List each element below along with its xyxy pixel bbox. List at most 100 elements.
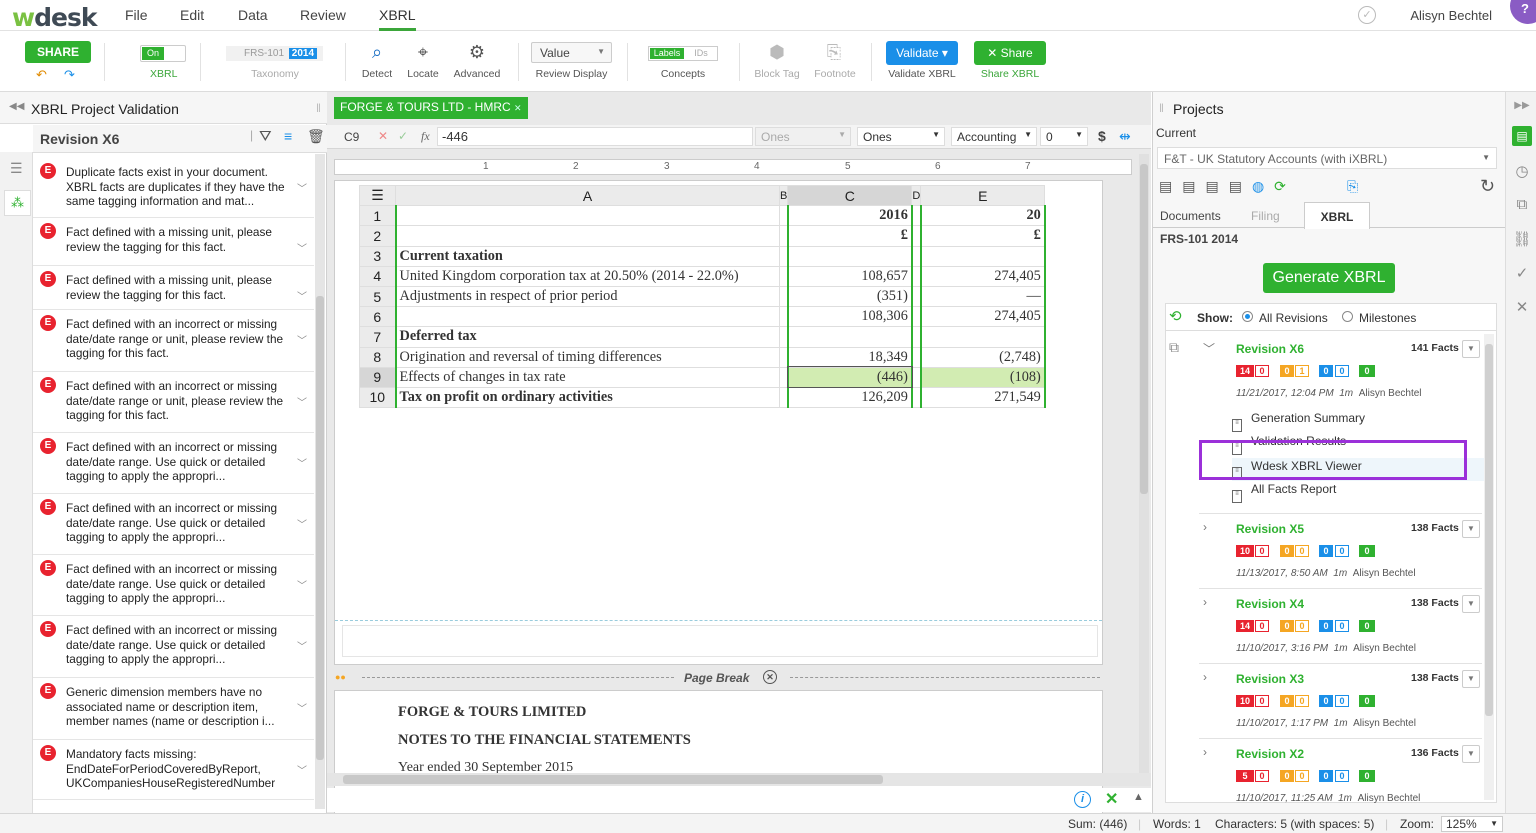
column-header[interactable]: A bbox=[395, 184, 780, 207]
all-revisions-label[interactable]: All Revisions bbox=[1259, 311, 1328, 325]
documents-icon[interactable]: ⧉ bbox=[1512, 196, 1532, 216]
revisions-scrollbar[interactable] bbox=[1484, 334, 1494, 800]
projects-icon[interactable]: ▤ bbox=[1512, 126, 1532, 146]
cell-c[interactable]: 108,657 bbox=[786, 265, 913, 287]
chevron-down-icon[interactable]: ﹀ bbox=[297, 577, 307, 592]
revision-name[interactable]: Revision X4 bbox=[1236, 597, 1304, 611]
chevron-right-icon[interactable]: › bbox=[1203, 520, 1207, 534]
cell-a[interactable]: Deferred tax bbox=[394, 326, 780, 348]
locate-label[interactable]: Locate bbox=[406, 68, 440, 80]
row-header[interactable]: 5 bbox=[359, 285, 396, 308]
new-doc-icon[interactable]: ⎘ bbox=[1347, 178, 1358, 195]
tax-table[interactable]: ☰ A B C D E 1 2016 20 2 £ £3 Current taxation 4 United… bbox=[359, 184, 1046, 409]
revision-name[interactable]: Revision X2 bbox=[1236, 747, 1304, 761]
redo-icon[interactable]: ↷ bbox=[64, 67, 75, 83]
chevron-right-icon[interactable]: › bbox=[1203, 595, 1207, 609]
document-scroll-thumb[interactable] bbox=[1140, 164, 1148, 494]
column-header[interactable]: E bbox=[920, 184, 1046, 207]
cell-reference[interactable]: C9 bbox=[344, 130, 359, 144]
confirm-icon[interactable]: ✓ bbox=[398, 129, 408, 143]
row-header[interactable]: 2 bbox=[359, 225, 396, 247]
validation-item[interactable]: E Generic dimension members have no assoc… bbox=[33, 678, 314, 740]
cell-a[interactable]: United Kingdom corporation tax at 20.50%… bbox=[394, 265, 780, 287]
cell-e[interactable]: 20 bbox=[919, 205, 1046, 227]
concepts-toggle[interactable]: Labels IDs bbox=[648, 46, 718, 61]
row-header[interactable]: 7 bbox=[359, 326, 396, 348]
detect-icon[interactable]: ⌕ bbox=[366, 42, 388, 63]
zoom-select[interactable]: 125% ▼ bbox=[1441, 816, 1503, 832]
menu-data[interactable]: Data bbox=[238, 7, 268, 23]
cell-a[interactable] bbox=[394, 205, 780, 227]
project-select[interactable]: F&T - UK Statutory Accounts (with iXBRL)… bbox=[1157, 147, 1497, 169]
milestones-label[interactable]: Milestones bbox=[1359, 311, 1416, 325]
advanced-label[interactable]: Advanced bbox=[452, 68, 502, 80]
user-name[interactable]: Alisyn Bechtel bbox=[1410, 8, 1492, 23]
cell-e[interactable]: 271,549 bbox=[919, 386, 1046, 409]
row-header[interactable]: 9 bbox=[359, 366, 396, 388]
validation-shapes-icon[interactable]: ⁂ bbox=[4, 190, 31, 216]
chevron-down-icon[interactable]: ﹀ bbox=[297, 332, 307, 347]
tab-filing[interactable]: Filing bbox=[1251, 209, 1280, 223]
cell-c[interactable]: 2016 bbox=[786, 205, 913, 227]
link-icon[interactable]: ⛓ bbox=[1512, 230, 1532, 250]
menu-edit[interactable]: Edit bbox=[180, 7, 204, 23]
revision-item[interactable]: › Revision X2 136 Facts ▼ 5 0 0 0 0 0 0 11/10/2017,… bbox=[1199, 739, 1482, 814]
chevron-down-icon[interactable]: ﹀ bbox=[297, 180, 307, 195]
chevron-down-icon[interactable]: ﹀ bbox=[1203, 340, 1215, 357]
revision-menu-icon[interactable]: ▼ bbox=[1462, 670, 1480, 688]
revision-item[interactable]: › Revision X4 138 Facts ▼ 14 0 0 0 0 0 0 11/10/2017… bbox=[1199, 589, 1482, 664]
validation-item[interactable]: E Duplicate facts exist in your document.… bbox=[33, 158, 314, 218]
collapse-left-icon[interactable]: ◀◀ bbox=[9, 101, 24, 112]
revision-menu-icon[interactable]: ▼ bbox=[1462, 595, 1480, 613]
history-side-icon[interactable]: ◷ bbox=[1512, 162, 1532, 182]
cancel-icon[interactable]: ✕ bbox=[378, 129, 388, 143]
revision-item[interactable]: › Revision X5 138 Facts ▼ 10 0 0 0 0 0 0 11/13/2017… bbox=[1199, 514, 1482, 589]
cell-e[interactable]: 274,405 bbox=[919, 265, 1046, 287]
row-header[interactable]: 1 bbox=[359, 205, 396, 227]
row-header[interactable]: 6 bbox=[359, 306, 396, 328]
filter-icon[interactable]: ⛛ bbox=[259, 128, 272, 145]
tag-icon[interactable]: ⇹ bbox=[1119, 128, 1131, 145]
scrollbar-thumb[interactable] bbox=[316, 296, 324, 760]
tab-xbrl[interactable]: XBRL bbox=[1304, 202, 1370, 229]
validation-item[interactable]: E Fact defined with an incorrect or missi… bbox=[33, 372, 314, 433]
revision-link[interactable]: ≡ All Facts Report bbox=[1232, 482, 1336, 503]
scale-select[interactable]: Ones ▼ bbox=[857, 127, 945, 146]
revision-link[interactable]: ≡ Generation Summary bbox=[1232, 411, 1365, 432]
cell-c[interactable] bbox=[786, 245, 913, 267]
menu-xbrl[interactable]: XBRL bbox=[379, 7, 416, 31]
chevron-right-icon[interactable]: › bbox=[1203, 745, 1207, 759]
formula-input[interactable]: -446 bbox=[437, 127, 753, 146]
cell-c[interactable]: 18,349 bbox=[786, 346, 913, 368]
share-button[interactable]: SHARE bbox=[25, 41, 91, 63]
review-display-select[interactable]: Value ▼ bbox=[531, 42, 612, 63]
document-tab[interactable]: FORGE & TOURS LTD - HMRC ✕ bbox=[334, 97, 528, 119]
cell-a[interactable]: Origination and reversal of timing diffe… bbox=[394, 346, 780, 368]
validation-item[interactable]: E Fact defined with an incorrect or missi… bbox=[33, 555, 314, 616]
collapse-right-icon[interactable]: ▶▶ bbox=[1512, 100, 1532, 120]
chevron-down-icon[interactable]: ﹀ bbox=[297, 638, 307, 653]
xbrl-toggle[interactable]: On bbox=[140, 45, 186, 62]
chevron-right-icon[interactable]: › bbox=[1203, 670, 1207, 684]
trash-icon[interactable]: 🗑 bbox=[307, 128, 325, 145]
cell-c[interactable]: (351) bbox=[786, 285, 913, 308]
chevron-down-icon[interactable]: ﹀ bbox=[297, 516, 307, 531]
revision-item[interactable]: › Revision X3 138 Facts ▼ 10 0 0 0 0 0 0 11/10/2017… bbox=[1199, 664, 1482, 739]
generate-xbrl-button[interactable]: Generate XBRL bbox=[1263, 263, 1395, 293]
cell-e[interactable]: (2,748) bbox=[919, 346, 1046, 368]
help-icon[interactable]: ? bbox=[1510, 0, 1536, 24]
footer-area[interactable] bbox=[342, 625, 1098, 657]
validation-item[interactable]: E Fact defined with an incorrect or missi… bbox=[33, 310, 314, 372]
chevron-down-icon[interactable]: ﹀ bbox=[297, 394, 307, 409]
revision-menu-icon[interactable]: ▼ bbox=[1462, 340, 1480, 358]
expand-icon[interactable]: ▲ bbox=[1133, 791, 1144, 803]
cell-a[interactable]: Adjustments in respect of prior period bbox=[394, 285, 780, 308]
format-select[interactable]: Accounting ▼ bbox=[951, 127, 1037, 146]
task-check-icon[interactable]: ✓ bbox=[1512, 264, 1532, 284]
menu-review[interactable]: Review bbox=[300, 7, 346, 23]
remove-page-break-icon[interactable]: ✕ bbox=[763, 670, 777, 684]
row-header[interactable]: 4 bbox=[359, 265, 396, 287]
resize-handle-right[interactable]: ‖ bbox=[1159, 101, 1164, 115]
cell-c[interactable]: 108,306 bbox=[786, 306, 913, 328]
cell-a[interactable] bbox=[394, 306, 780, 328]
